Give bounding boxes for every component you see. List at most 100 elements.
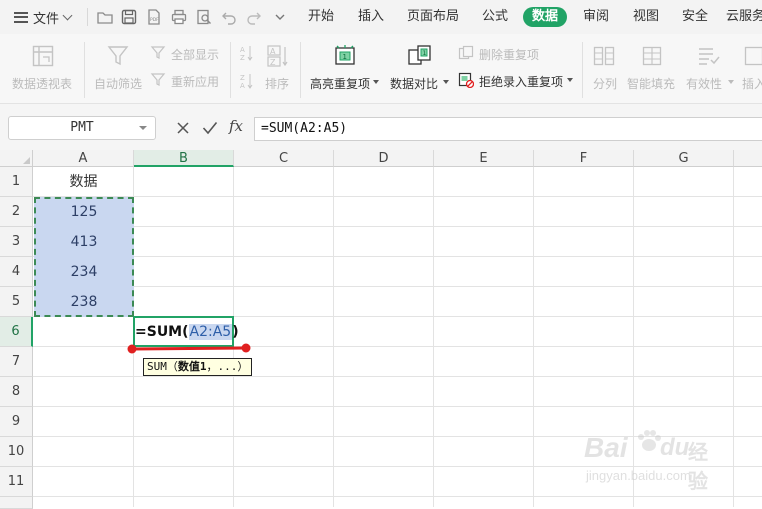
column-header-g[interactable]: G (634, 150, 734, 167)
tab-page-layout[interactable]: 页面布局 (403, 7, 463, 27)
remove-duplicates-label: 删除重复项 (479, 46, 539, 63)
spreadsheet-grid[interactable]: A B C D E F G 1 2 3 4 5 6 7 8 9 10 11 数据… (0, 150, 762, 506)
menu-bar: 文件 PDF 开始 插入 页面布局 公式 数据 审阅 视图 安全 云服务 (0, 0, 762, 34)
formula-input[interactable]: =SUM(A2:A5) (254, 117, 762, 141)
row-header-10[interactable]: 10 (0, 437, 33, 467)
autofilter-label: 自动筛选 (94, 75, 142, 92)
flash-fill-icon (640, 44, 664, 68)
chevron-down-icon (63, 10, 73, 20)
row-header-12[interactable] (0, 497, 33, 509)
pivot-table-button[interactable]: 数据透视表 (8, 42, 78, 98)
tab-review[interactable]: 审阅 (577, 7, 615, 27)
sort-icon: AZ (266, 44, 290, 68)
cell-a4[interactable]: 234 (34, 257, 134, 287)
ribbon-data: 数据透视表 自动筛选 全部显示 重新应用 AZ ZA AZ 排序 1 高亮重复项… (0, 34, 762, 104)
insert-function-icon[interactable]: fx (229, 117, 243, 135)
flash-fill-button[interactable]: 智能填充 (625, 42, 679, 98)
gridline (33, 256, 762, 257)
sort-descending-icon[interactable]: ZA (238, 72, 254, 90)
tooltip-argument: 数值1 (178, 360, 207, 373)
show-all-button[interactable]: 全部显示 (150, 44, 226, 62)
file-menu[interactable]: 文件 (14, 8, 71, 26)
flash-fill-label: 智能填充 (627, 75, 675, 92)
tab-home[interactable]: 开始 (300, 7, 342, 27)
autofilter-button[interactable]: 自动筛选 (90, 42, 146, 98)
column-header-b[interactable]: B (134, 150, 234, 167)
data-compare-icon: 1 (407, 44, 433, 68)
select-all-corner[interactable] (0, 150, 33, 167)
sort-button[interactable]: AZ 排序 (262, 42, 294, 98)
split-columns-button[interactable]: 分列 (588, 42, 620, 98)
validity-button[interactable]: 有效性 (684, 42, 736, 98)
cell-a5[interactable]: 238 (34, 287, 134, 317)
column-header-c[interactable]: C (234, 150, 334, 167)
tab-formulas[interactable]: 公式 (476, 7, 514, 27)
dropdown-arrow-icon (443, 80, 449, 84)
row-header-7[interactable]: 7 (0, 347, 33, 377)
remove-duplicates-button[interactable]: 删除重复项 (458, 44, 548, 62)
row-header-8[interactable]: 8 (0, 377, 33, 407)
sort-ascending-icon[interactable]: AZ (238, 44, 254, 62)
row-header-11[interactable]: 11 (0, 467, 33, 497)
filter-icon (106, 44, 130, 68)
tab-data[interactable]: 数据 (523, 7, 567, 27)
remove-duplicates-icon (458, 45, 474, 61)
tab-cloud-service[interactable]: 云服务 (726, 7, 762, 27)
undo-icon[interactable] (220, 8, 238, 26)
row-header-2[interactable]: 2 (0, 197, 33, 227)
name-box[interactable]: PMT (8, 116, 156, 140)
svg-text:Z: Z (270, 58, 276, 67)
tooltip-rest: ，...） (207, 360, 249, 373)
export-pdf-icon[interactable]: PDF (145, 8, 163, 26)
reject-duplicates-button[interactable]: 拒绝录入重复项 (458, 71, 576, 89)
column-header-e[interactable]: E (434, 150, 534, 167)
cell-b6-editor[interactable]: =SUM(A2:A5) (135, 322, 239, 342)
divider (84, 42, 85, 98)
gridline (33, 196, 762, 197)
insert-dropdown-label: 插入 (742, 75, 762, 92)
reapply-button[interactable]: 重新应用 (150, 71, 226, 89)
active-cell-top-border (133, 316, 234, 318)
svg-text:PDF: PDF (150, 17, 159, 23)
row-header-3[interactable]: 3 (0, 227, 33, 257)
gridline (33, 226, 762, 227)
highlight-duplicates-button[interactable]: 1 高亮重复项 (307, 42, 383, 98)
quick-access-dropdown-icon[interactable] (271, 8, 289, 26)
tab-insert[interactable]: 插入 (352, 7, 390, 27)
print-icon[interactable] (170, 8, 188, 26)
annotation-underline (124, 342, 256, 356)
column-header-f[interactable]: F (534, 150, 634, 167)
row-header-5[interactable]: 5 (0, 287, 33, 317)
column-header-d[interactable]: D (334, 150, 434, 167)
cell-a2[interactable]: 125 (34, 197, 134, 227)
tab-view[interactable]: 视图 (627, 7, 665, 27)
data-compare-button[interactable]: 1 数据对比 (387, 42, 451, 98)
save-icon[interactable] (120, 8, 138, 26)
print-preview-icon[interactable] (195, 8, 213, 26)
cell-a3[interactable]: 413 (34, 227, 134, 257)
formula-suffix: ) (232, 324, 238, 340)
column-header-a[interactable]: A (33, 150, 134, 167)
insert-dropdown-button[interactable]: 插入 (740, 42, 762, 98)
tab-security[interactable]: 安全 (676, 7, 714, 27)
svg-text:Z: Z (240, 74, 245, 82)
row-header-9[interactable]: 9 (0, 407, 33, 437)
divider (230, 42, 231, 98)
formula-bar: PMT fx =SUM(A2:A5) (0, 104, 762, 150)
gridline (433, 167, 434, 507)
row-header-1[interactable]: 1 (0, 167, 33, 197)
redo-icon[interactable] (245, 8, 263, 26)
tooltip-function-name: SUM（ (147, 360, 178, 373)
split-columns-label: 分列 (593, 75, 617, 92)
row-header-4[interactable]: 4 (0, 257, 33, 287)
function-tooltip: SUM（数值1，...） (143, 358, 252, 376)
watermark: Bai du 经验 jingyan.baidu.com (584, 428, 724, 488)
cell-a1[interactable]: 数据 (34, 168, 133, 196)
dropdown-arrow-icon (728, 80, 734, 84)
column-header-h[interactable] (734, 150, 762, 167)
cancel-icon[interactable] (176, 121, 190, 135)
split-columns-icon (592, 44, 616, 68)
row-header-6[interactable]: 6 (0, 317, 33, 347)
confirm-icon[interactable] (202, 121, 218, 135)
open-folder-icon[interactable] (96, 8, 114, 26)
